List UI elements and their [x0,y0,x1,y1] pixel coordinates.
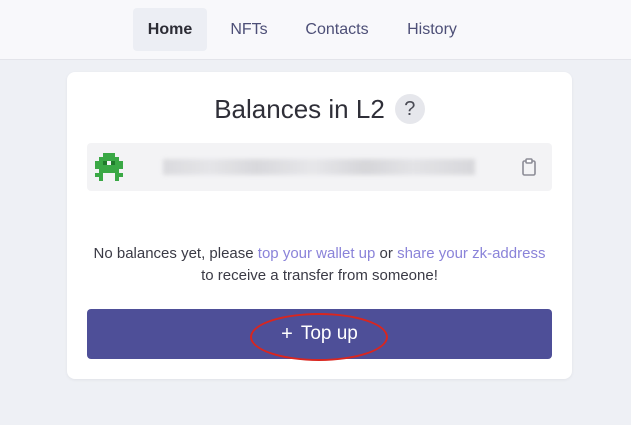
balances-card: Balances in L2 ? No balances yet, please… [67,72,572,379]
tab-history[interactable]: History [394,8,470,51]
top-navigation: Home NFTs Contacts History [0,0,631,60]
help-icon[interactable]: ? [394,94,425,124]
zk-address-value [163,159,475,175]
zk-address-box [87,143,552,191]
message-text: to receive a transfer from someone! [201,267,438,284]
tab-nfts[interactable]: NFTs [220,8,278,51]
empty-balance-message: No balances yet, please top your wallet … [87,243,552,287]
title-text: Balances in L2 [214,93,385,124]
clipboard-icon[interactable] [519,157,539,177]
message-text: No balances yet, please [93,245,258,262]
tab-contacts[interactable]: Contacts [294,8,380,51]
message-text: or [375,245,398,262]
top-up-button[interactable]: + Top up [87,309,552,359]
identicon-avatar-icon [95,153,123,181]
tab-home[interactable]: Home [133,8,207,51]
plus-icon: + [281,322,293,345]
page-title: Balances in L2 ? [67,92,572,126]
top-up-label: Top up [300,323,358,344]
top-up-wallet-link[interactable]: top your wallet up [258,245,376,262]
share-zk-address-link[interactable]: share your zk-address [397,245,545,262]
